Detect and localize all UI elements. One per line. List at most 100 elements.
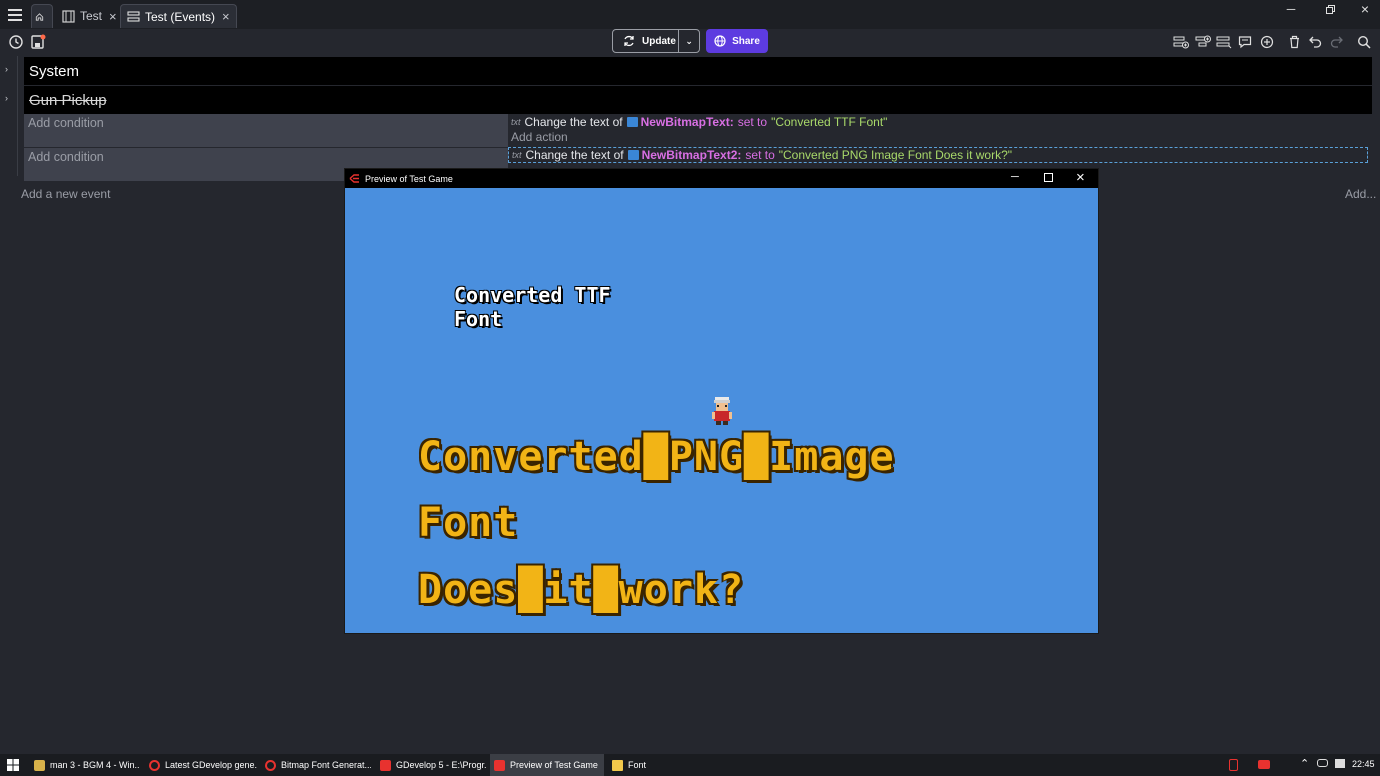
save-icon[interactable]: [29, 33, 47, 51]
history-icon[interactable]: [7, 33, 25, 51]
close-icon[interactable]: ×: [109, 9, 117, 24]
close-window-button[interactable]: ×: [1076, 169, 1085, 186]
undo-icon[interactable]: [1306, 33, 1324, 51]
record-icon[interactable]: [1229, 759, 1238, 771]
taskbar-item[interactable]: man 3 - BGM 4 - Win...: [30, 754, 140, 776]
add-subevent-icon[interactable]: [1194, 33, 1212, 51]
globe-icon: [714, 35, 726, 47]
browser-icon: [265, 759, 276, 771]
add-new-event-link[interactable]: Add a new event: [21, 187, 110, 201]
action-value[interactable]: "Converted PNG Image Font Does it work?": [779, 148, 1012, 162]
action-change-text[interactable]: txt Change the text of NewBitmapText: se…: [508, 114, 1372, 130]
chevron-down-icon[interactable]: ⌄: [679, 36, 699, 47]
bitmap-text-ttf: Converted TTF Font: [454, 283, 611, 331]
group-title: Gun Pickup: [29, 92, 107, 109]
ttf-text-line: Font: [454, 307, 503, 331]
game-canvas[interactable]: Converted TTF Font Converted█PNG█Image F…: [345, 188, 1098, 633]
action-object[interactable]: NewBitmapText:: [641, 115, 734, 129]
network-icon[interactable]: [1335, 759, 1345, 768]
action-operator: set to: [745, 148, 775, 162]
add-comment-icon[interactable]: [1236, 33, 1254, 51]
taskbar-item-label: Latest GDevelop gene...: [165, 760, 257, 770]
add-group-icon[interactable]: [1215, 33, 1233, 51]
gdevelop-logo-icon: [494, 759, 505, 771]
tab-test-events[interactable]: Test (Events) ×: [120, 4, 237, 28]
chevron-up-icon[interactable]: ⌃: [1300, 757, 1309, 770]
add-condition-cell[interactable]: Add condition: [24, 114, 508, 147]
app-icon: [34, 759, 45, 771]
add-condition-label: Add condition: [28, 150, 104, 164]
os-taskbar: man 3 - BGM 4 - Win... Latest GDevelop g…: [0, 754, 1380, 776]
minimize-window-button[interactable]: ─: [1278, 0, 1304, 18]
title-bar: Test × Test (Events) × ─ ×: [0, 0, 1380, 29]
maximize-icon: [1044, 173, 1053, 182]
gamepad-icon[interactable]: [1317, 759, 1328, 767]
action-change-text-selected[interactable]: txt Change the text of NewBitmapText2: s…: [508, 147, 1368, 163]
text-action-icon: txt: [511, 117, 521, 127]
action-value[interactable]: "Converted TTF Font": [771, 115, 887, 129]
home-icon: [35, 12, 44, 21]
taskbar-item[interactable]: Bitmap Font Generat...: [261, 754, 371, 776]
update-preview-button[interactable]: Update ⌄: [612, 29, 700, 53]
actions-cell: txt Change the text of NewBitmapText: se…: [508, 114, 1372, 147]
share-button[interactable]: Share: [706, 29, 768, 53]
close-icon[interactable]: ×: [222, 9, 230, 24]
hamburger-menu-icon[interactable]: [8, 8, 22, 21]
start-menu-icon[interactable]: [7, 759, 19, 773]
action-object[interactable]: NewBitmapText2:: [642, 148, 742, 162]
action-prefix: Change the text of: [524, 115, 623, 129]
bitmap-text-png-line: Font: [418, 500, 519, 546]
maximize-window-button[interactable]: [1044, 173, 1053, 184]
gdevelop-logo-icon: [349, 174, 359, 183]
taskbar-item-active[interactable]: Preview of Test Game: [490, 754, 604, 776]
taskbar-item-label: Preview of Test Game: [510, 760, 598, 770]
redo-icon[interactable]: [1328, 33, 1346, 51]
preview-title: Preview of Test Game: [365, 173, 453, 184]
tab-test-scene[interactable]: Test ×: [56, 4, 123, 28]
bitmap-text-png-line: Converted█PNG█Image: [418, 434, 895, 480]
bitmap-text-icon: [626, 117, 638, 127]
preview-window[interactable]: Preview of Test Game ─ × Converted TTF F…: [344, 168, 1099, 634]
event-group-gun-pickup[interactable]: Gun Pickup: [24, 86, 1372, 114]
chevron-right-icon[interactable]: ›: [5, 64, 8, 74]
restore-window-button[interactable]: [1317, 0, 1343, 18]
event-group-system[interactable]: System: [24, 57, 1372, 85]
bitmap-text-icon: [627, 150, 639, 160]
bitmap-text-png-line: Does█it█work?: [418, 567, 745, 613]
taskbar-item[interactable]: Latest GDevelop gene...: [145, 754, 257, 776]
tab-label: Test (Events): [145, 9, 216, 24]
gdevelop-tray-icon[interactable]: [1258, 760, 1270, 769]
chevron-right-icon[interactable]: ›: [5, 93, 8, 103]
taskbar-item-label: man 3 - BGM 4 - Win...: [50, 760, 140, 770]
add-condition-label: Add condition: [28, 116, 104, 130]
browser-icon: [149, 759, 160, 771]
add-event-icon[interactable]: [1172, 33, 1190, 51]
add-more-link[interactable]: Add...: [1345, 187, 1376, 201]
action-prefix: Change the text of: [525, 148, 624, 162]
taskbar-item-label: Font: [628, 760, 647, 770]
taskbar-item[interactable]: GDevelop 5 - E:\Progr...: [376, 754, 486, 776]
gdevelop-logo-icon: [380, 759, 391, 771]
search-icon[interactable]: [1355, 33, 1373, 51]
events-list-icon: [127, 11, 140, 22]
film-icon: [62, 9, 75, 23]
text-action-icon: txt: [512, 150, 522, 160]
action-operator: set to: [737, 115, 768, 129]
update-label: Update: [642, 35, 676, 47]
add-action-link[interactable]: Add action: [508, 130, 1372, 147]
group-title: System: [29, 63, 80, 80]
ttf-text-line: Converted TTF: [454, 283, 611, 307]
actions-cell: txt Change the text of NewBitmapText2: s…: [508, 147, 1372, 165]
clock-text[interactable]: 22:45: [1352, 759, 1375, 769]
minimize-window-button[interactable]: ─: [1011, 171, 1019, 183]
delete-icon[interactable]: [1285, 33, 1303, 51]
add-circle-icon[interactable]: [1258, 33, 1276, 51]
tab-home[interactable]: [31, 4, 53, 28]
refresh-icon: [624, 35, 634, 47]
close-window-button[interactable]: ×: [1352, 0, 1378, 18]
tab-label: Test: [80, 9, 103, 23]
share-label: Share: [732, 35, 760, 47]
taskbar-item[interactable]: Font: [608, 754, 718, 776]
events-left-rail: [0, 56, 18, 176]
preview-title-bar[interactable]: Preview of Test Game ─ ×: [345, 169, 1098, 188]
